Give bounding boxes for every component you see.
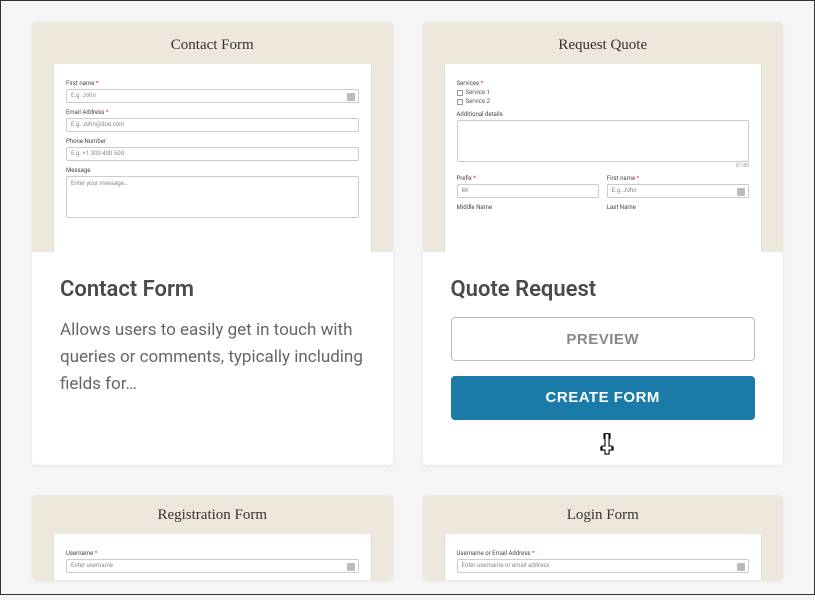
card-title: Contact Form: [60, 277, 365, 302]
card-body: Contact Form Allows users to easily get …: [32, 252, 393, 429]
card-description: Allows users to easily get in touch with…: [60, 317, 365, 399]
thumb-form-preview: Username * Enter username: [54, 534, 371, 580]
template-grid: Contact Form First name * E.g. John Emai…: [2, 2, 813, 600]
thumbnail: Login Form Username or Email Address * E…: [423, 495, 784, 580]
thumb-title: Registration Form: [54, 507, 371, 524]
thumb-form-preview: Services * Service 1 Service 2 Additiona…: [445, 64, 762, 252]
template-card-quote[interactable]: Request Quote Services * Service 1 Servi…: [423, 22, 784, 465]
preview-button[interactable]: PREVIEW: [451, 317, 756, 361]
template-card-registration[interactable]: Registration Form Username * Enter usern…: [32, 495, 393, 580]
thumbnail: Contact Form First name * E.g. John Emai…: [32, 22, 393, 252]
create-form-button[interactable]: CREATE FORM: [451, 376, 756, 420]
card-title: Quote Request: [451, 277, 756, 302]
thumb-title: Login Form: [445, 507, 762, 524]
thumb-form-preview: First name * E.g. John Email Address * E…: [54, 64, 371, 252]
template-card-login[interactable]: Login Form Username or Email Address * E…: [423, 495, 784, 580]
thumb-form-preview: Username or Email Address * Enter userna…: [445, 534, 762, 580]
thumb-title: Request Quote: [445, 37, 762, 54]
card-body: Quote Request PREVIEW CREATE FORM: [423, 252, 784, 465]
thumb-title: Contact Form: [54, 37, 371, 54]
thumbnail: Registration Form Username * Enter usern…: [32, 495, 393, 580]
template-card-contact[interactable]: Contact Form First name * E.g. John Emai…: [32, 22, 393, 465]
thumbnail: Request Quote Services * Service 1 Servi…: [423, 22, 784, 252]
